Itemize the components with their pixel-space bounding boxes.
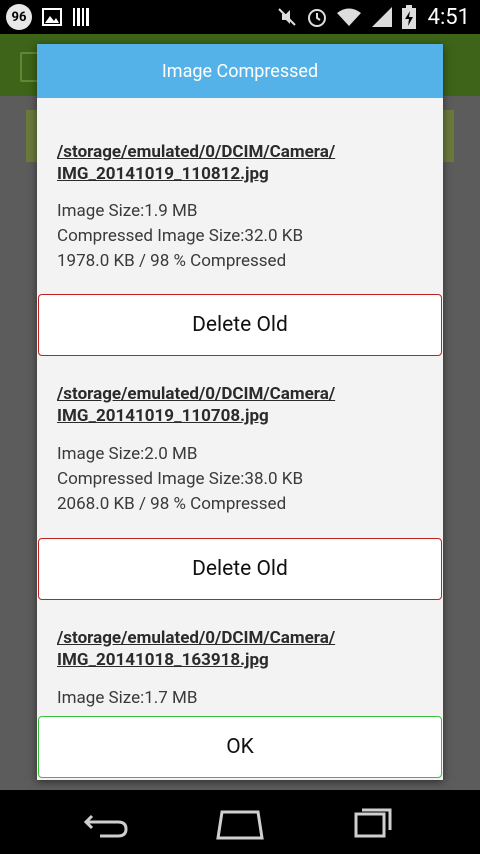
recent-apps-icon[interactable] [346, 802, 402, 842]
status-time: 4:51 [427, 4, 470, 30]
entry-file-path[interactable]: /storage/emulated/0/DCIM/Camera/ IMG_201… [57, 383, 427, 427]
file-path-line2: IMG_20141019_110708.jpg [57, 406, 269, 426]
signal-icon [371, 7, 392, 27]
image-size-text: Image Size:1.9 MB [57, 201, 198, 221]
status-bar: 96 4:51 [0, 0, 480, 34]
ok-button[interactable]: OK [38, 716, 442, 778]
status-bar-left: 96 [6, 4, 90, 30]
image-icon [42, 8, 62, 26]
barcode-icon [73, 8, 89, 26]
wifi-icon [336, 8, 361, 26]
compression-result-dialog: Image Compressed /storage/emulated/0/DCI… [37, 44, 443, 780]
image-size-text: Image Size:2.0 MB [57, 444, 198, 464]
file-path-line2: IMG_20141019_110812.jpg [57, 164, 269, 184]
notification-count-icon: 96 [6, 4, 32, 30]
compressed-size-text: Compressed Image Size:38.0 KB [57, 469, 304, 489]
entry-file-path[interactable]: /storage/emulated/0/DCIM/Camera/ IMG_201… [57, 141, 427, 185]
navigation-bar [0, 790, 480, 854]
entry-info: Image Size:1.7 MB [57, 686, 427, 711]
file-path-line1: /storage/emulated/0/DCIM/Camera/ [57, 628, 336, 648]
status-bar-right: 4:51 [276, 0, 470, 34]
entry-info: Image Size:1.9 MB Compressed Image Size:… [57, 199, 427, 274]
compression-summary-text: 2068.0 KB / 98 % Compressed [57, 494, 287, 514]
file-path-line1: /storage/emulated/0/DCIM/Camera/ [57, 384, 336, 404]
file-path-line1: /storage/emulated/0/DCIM/Camera/ [57, 142, 336, 162]
battery-charging-icon [401, 5, 416, 29]
mute-icon [277, 8, 296, 26]
compression-summary-text: 1978.0 KB / 98 % Compressed [57, 251, 287, 271]
entry-info: Image Size:2.0 MB Compressed Image Size:… [57, 442, 427, 517]
back-icon[interactable] [78, 802, 134, 842]
home-icon[interactable] [212, 802, 268, 842]
file-path-line2: IMG_20141018_163918.jpg [57, 650, 269, 670]
image-size-text: Image Size:1.7 MB [57, 688, 198, 708]
delete-old-button[interactable]: Delete Old [38, 294, 442, 356]
delete-old-button[interactable]: Delete Old [38, 538, 442, 600]
dialog-title: Image Compressed [37, 44, 443, 98]
entry-file-path[interactable]: /storage/emulated/0/DCIM/Camera/ IMG_201… [57, 627, 427, 671]
compressed-size-text: Compressed Image Size:32.0 KB [57, 226, 304, 246]
alarm-icon [307, 9, 326, 27]
